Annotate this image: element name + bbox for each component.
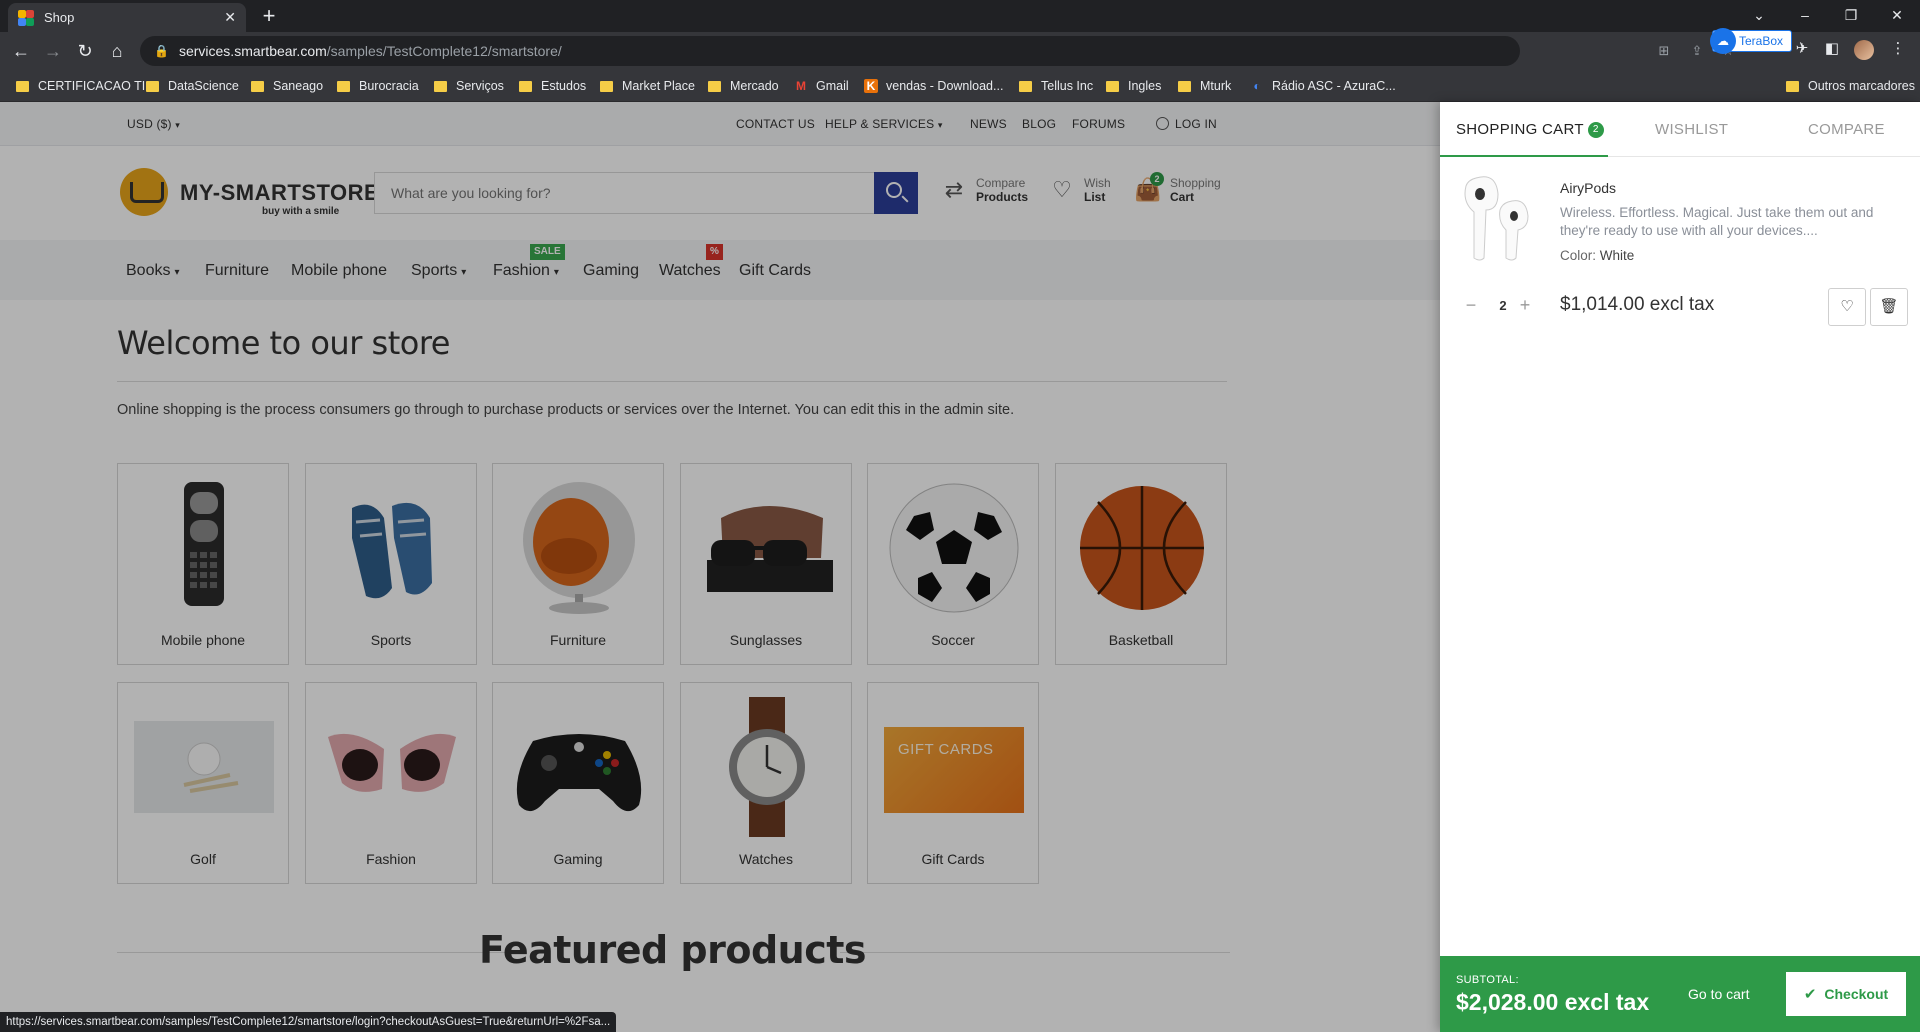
folder-icon	[519, 80, 532, 92]
folder-icon	[16, 80, 29, 92]
bookmark-item[interactable]: Estudos	[519, 77, 586, 95]
folder-icon	[1178, 80, 1191, 92]
cart-tabs: SHOPPING CART 2 WISHLIST COMPARE	[1440, 102, 1920, 157]
quantity-value[interactable]: 2	[1496, 298, 1510, 313]
folder-icon	[434, 80, 447, 92]
bookmark-item[interactable]: Serviços	[434, 77, 504, 95]
url-path: /samples/TestComplete12/smartstore/	[326, 43, 562, 59]
tab-compare[interactable]: COMPARE	[1808, 121, 1885, 138]
subtotal-value: $2,028.00 excl tax	[1456, 989, 1650, 1015]
minimize-icon[interactable]: –	[1782, 0, 1828, 32]
bookmark-item[interactable]: Mercado	[708, 77, 779, 95]
restore-icon[interactable]: ❐	[1828, 0, 1874, 32]
cart-item-color: Color: White	[1560, 248, 1635, 263]
cart-tab-count-badge: 2	[1587, 122, 1604, 138]
tab-wishlist[interactable]: WISHLIST	[1655, 121, 1728, 138]
bookmark-item[interactable]: Tellus Inc	[1019, 77, 1093, 95]
active-tab-indicator	[1440, 155, 1608, 157]
tab-search-icon[interactable]: ⌄	[1736, 0, 1782, 32]
status-bar-url: https://services.smartbear.com/samples/T…	[0, 1012, 617, 1032]
back-icon[interactable]: ←	[8, 38, 34, 64]
browser-tab-strip: Shop ✕ + ⌄ – ❐ ✕	[0, 0, 1920, 32]
side-panel-icon[interactable]: ◧	[1822, 39, 1842, 61]
browser-menu-icon[interactable]: ⋮	[1888, 39, 1908, 61]
folder-icon	[600, 80, 613, 92]
gmail-icon: M	[796, 79, 806, 93]
folder-icon	[1786, 80, 1799, 92]
close-window-icon[interactable]: ✕	[1874, 0, 1920, 32]
page-dim-overlay[interactable]	[0, 102, 1440, 1032]
bookmark-item[interactable]: CERTIFICACAO TI	[16, 77, 145, 95]
vendas-icon: K	[864, 79, 878, 93]
bookmark-item[interactable]: Saneago	[251, 77, 323, 95]
quantity-increase-button[interactable]: +	[1516, 296, 1534, 316]
bookmark-item[interactable]: Mturk	[1178, 77, 1231, 95]
bookmark-item[interactable]: Ingles	[1106, 77, 1161, 95]
radio-icon: ◐	[1253, 79, 1261, 93]
tab-title: Shop	[44, 10, 75, 25]
bookmark-item[interactable]: Kvendas - Download...	[864, 77, 1003, 95]
remove-item-button[interactable]: 🗑	[1870, 288, 1908, 326]
translate-icon[interactable]: ⊞	[1655, 43, 1673, 59]
other-bookmarks[interactable]: Outros marcadores	[1786, 77, 1915, 95]
heart-icon: ♡	[1840, 298, 1854, 315]
cart-item-name[interactable]: AiryPods	[1560, 180, 1616, 196]
folder-icon	[146, 80, 159, 92]
terabox-extension-button[interactable]: ☁ TeraBox	[1710, 28, 1793, 54]
address-bar[interactable]: 🔒 services.smartbear.com/samples/TestCom…	[140, 36, 1520, 66]
quantity-decrease-button[interactable]: −	[1462, 296, 1480, 316]
folder-icon	[1106, 80, 1119, 92]
forward-icon[interactable]: →	[40, 38, 66, 64]
profile-avatar[interactable]	[1854, 40, 1874, 60]
browser-toolbar: ← → ↻ ⌂ 🔒 services.smartbear.com/samples…	[0, 32, 1920, 70]
cart-item-price: $1,014.00 excl tax	[1560, 294, 1715, 315]
share-icon[interactable]: ⇪	[1688, 43, 1706, 59]
new-tab-button[interactable]: +	[256, 4, 282, 30]
bookmark-item[interactable]: DataScience	[146, 77, 239, 95]
bookmark-item[interactable]: Burocracia	[337, 77, 419, 95]
cart-item-description: Wireless. Effortless. Magical. Just take…	[1560, 205, 1874, 238]
checkout-button[interactable]: ✔ Checkout	[1786, 972, 1906, 1016]
cart-panel: SHOPPING CART 2 WISHLIST COMPARE AiryPods…	[1440, 102, 1920, 1032]
bookmark-item[interactable]: M Gmail	[794, 77, 849, 95]
folder-icon	[337, 80, 350, 92]
go-to-cart-link[interactable]: Go to cart	[1688, 986, 1749, 1002]
home-icon[interactable]: ⌂	[104, 38, 130, 64]
lock-icon: 🔒	[154, 44, 169, 58]
browser-tab[interactable]: Shop ✕	[8, 3, 246, 32]
cart-footer: SUBTOTAL: $2,028.00 excl tax Go to cart …	[1440, 956, 1920, 1032]
extension-icon[interactable]: ✈	[1792, 39, 1812, 61]
subtotal-label: SUBTOTAL:	[1456, 974, 1519, 986]
tab-close-icon[interactable]: ✕	[224, 9, 236, 26]
bookmark-item[interactable]: Market Place	[600, 77, 695, 95]
shop-favicon-icon	[18, 9, 34, 26]
url-host: services.smartbear.com	[178, 43, 327, 59]
airpods-product-image	[1464, 176, 1529, 261]
cloud-icon: ☁	[1710, 28, 1736, 54]
reload-icon[interactable]: ↻	[72, 38, 98, 64]
bookmark-item[interactable]: ◐ Rádio ASC - AzuraC...	[1250, 77, 1395, 95]
terabox-label: TeraBox	[1739, 34, 1784, 48]
bookmarks-bar: CERTIFICACAO TI DataScience Saneago Buro…	[0, 70, 1920, 102]
folder-icon	[251, 80, 264, 92]
move-to-wishlist-button[interactable]: ♡	[1828, 288, 1866, 326]
trash-icon: 🗑	[1879, 298, 1899, 315]
folder-icon	[708, 80, 721, 92]
checkmark-icon: ✔	[1803, 986, 1817, 1003]
tab-shopping-cart[interactable]: SHOPPING CART 2	[1456, 121, 1604, 138]
folder-icon	[1019, 80, 1032, 92]
